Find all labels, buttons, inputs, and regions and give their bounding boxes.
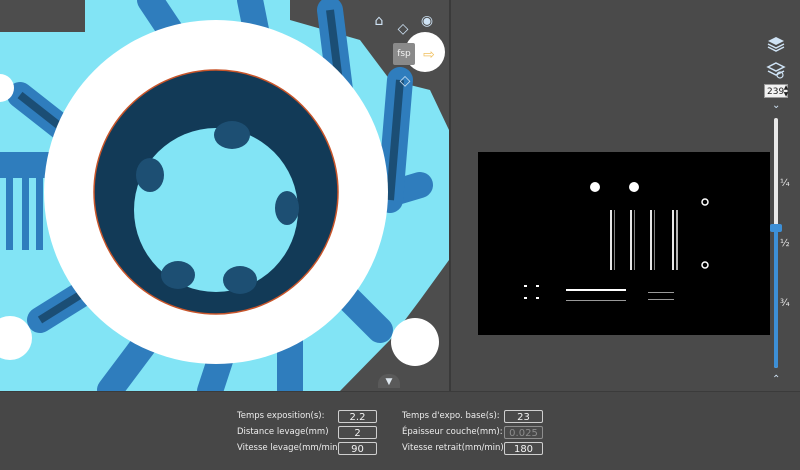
lift-distance-label: Distance levage(mm) [237,427,329,437]
exposure-time-field[interactable]: 2.2 [338,410,377,423]
lift-speed-field[interactable]: 90 [338,442,377,455]
3d-viewport[interactable]: ⌂ ◇ ◉ fsp ⇨ ◇ ▼ [0,0,449,391]
layer-slice-image [478,152,770,335]
chevron-up-icon[interactable]: ⌃ [772,374,780,385]
home-icon[interactable]: ⌂ [370,12,388,30]
slider-tick-bottom: ¾ [780,298,790,309]
slider-tick-middle: ½ [780,238,790,249]
eye-icon[interactable]: ◉ [418,12,436,30]
layer-thickness-field: 0.025 [504,426,543,439]
chevron-down-icon[interactable]: ⌄ [772,100,780,111]
model-scene[interactable] [0,0,449,391]
layer-slider-thumb[interactable] [770,224,782,232]
layer-spinner[interactable]: ▲ ▼ [782,84,790,98]
move-arrow-icon[interactable]: ⇨ [420,46,438,64]
view-bottom-icon[interactable]: ◇ [396,72,414,90]
slider-tick-top: ¼ [780,178,790,189]
base-exposure-field[interactable]: 23 [504,410,543,423]
layer-slider-fill [774,228,778,368]
retract-speed-field[interactable]: 180 [504,442,543,455]
expand-panel-button[interactable]: ▼ [378,374,400,388]
retract-speed-label: Vitesse retrait(mm/min): [402,443,507,453]
layer-thickness-label: Épaisseur couche(mm): [402,427,503,437]
base-exposure-label: Temps d'expo. base(s): [402,411,500,421]
view-top-icon[interactable]: ◇ [394,20,412,38]
lift-distance-field[interactable]: 2 [338,426,377,439]
fsp-button[interactable]: fsp [393,43,415,65]
lift-speed-label: Vitesse levage(mm/min): [237,443,344,453]
print-parameters-bar: Temps exposition(s): 2.2 Distance levage… [0,391,800,470]
exposure-time-label: Temps exposition(s): [237,411,325,421]
layer-visibility-icon[interactable] [766,60,786,80]
layers-icon[interactable] [766,34,786,54]
